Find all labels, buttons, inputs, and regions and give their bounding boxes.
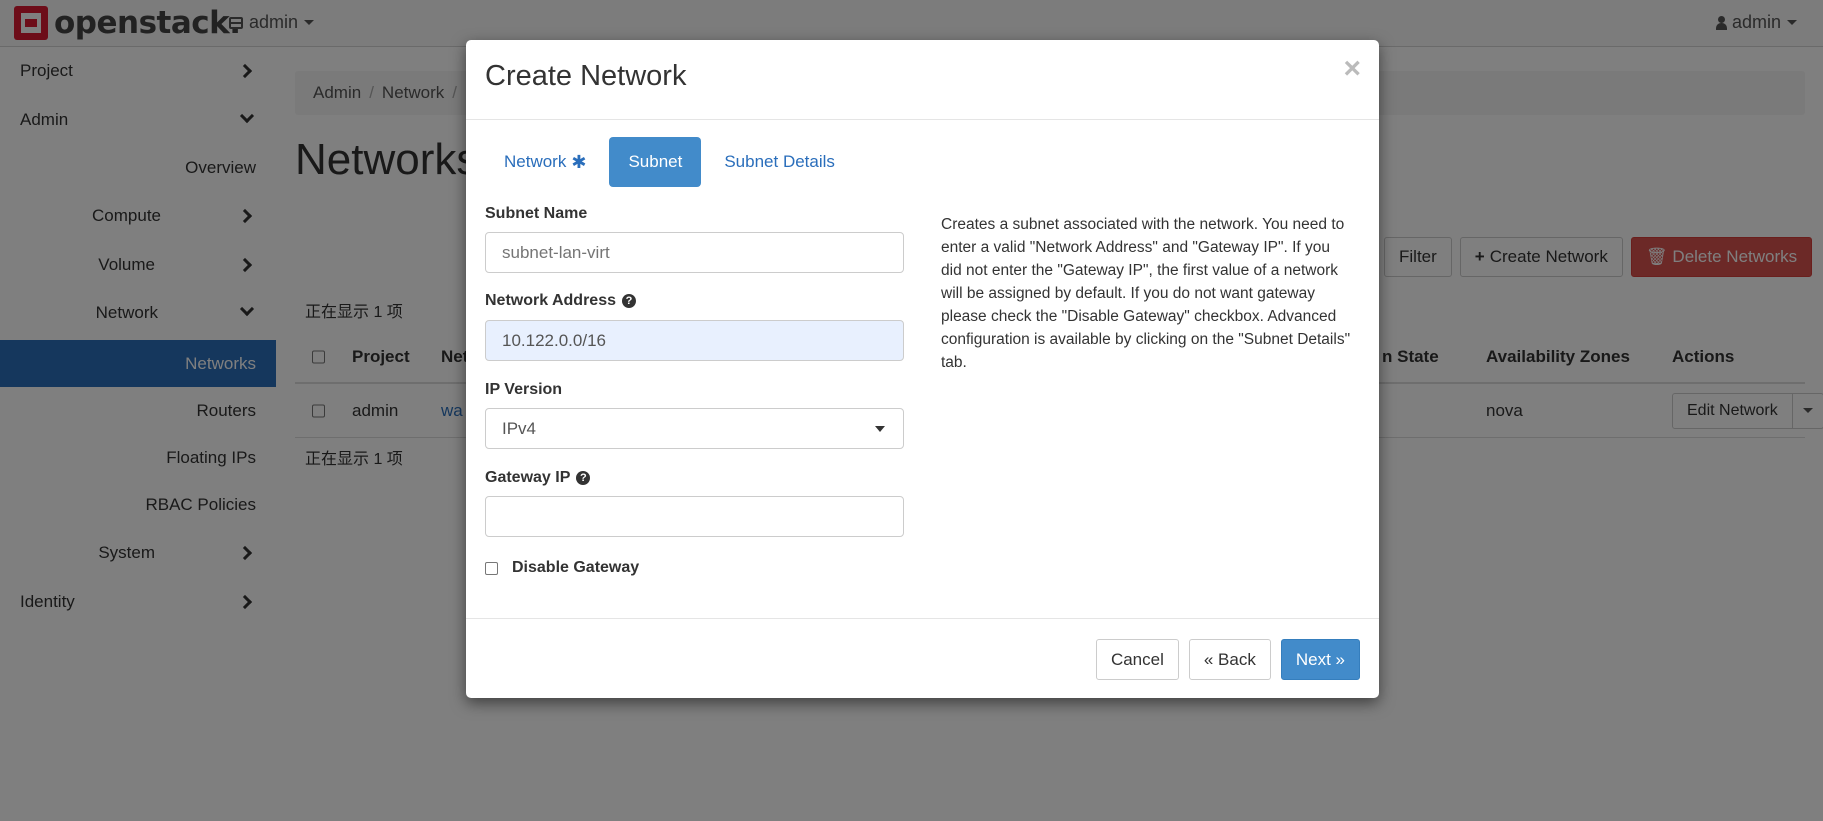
- help-icon[interactable]: ?: [622, 294, 636, 308]
- ip-version-value: IPv4: [502, 418, 537, 438]
- caret-down-icon: [875, 426, 885, 432]
- modal-footer: Cancel « Back Next »: [466, 618, 1379, 698]
- subnet-name-label: Subnet Name: [485, 205, 587, 223]
- disable-gateway-row: Disable Gateway: [485, 559, 639, 577]
- disable-gateway-label[interactable]: Disable Gateway: [512, 559, 639, 577]
- wizard-tabs: Network ✱ Subnet Subnet Details: [485, 137, 854, 187]
- modal-header: Create Network ×: [466, 40, 1379, 120]
- gateway-ip-label-text: Gateway IP: [485, 469, 571, 486]
- ip-version-label: IP Version: [485, 381, 562, 399]
- next-button[interactable]: Next »: [1280, 639, 1360, 680]
- close-icon[interactable]: ×: [1343, 54, 1361, 84]
- gateway-ip-label: Gateway IP ?: [485, 469, 591, 487]
- help-icon[interactable]: ?: [576, 471, 591, 485]
- tab-subnet[interactable]: Subnet: [609, 137, 702, 187]
- tab-network[interactable]: Network ✱: [485, 137, 605, 187]
- footer-buttons: Cancel « Back Next »: [1095, 639, 1360, 680]
- ip-version-select[interactable]: IPv4: [485, 408, 904, 449]
- cancel-button[interactable]: Cancel: [1095, 639, 1179, 680]
- back-button[interactable]: « Back: [1188, 639, 1271, 680]
- network-address-label-text: Network Address: [485, 292, 616, 309]
- create-network-modal: Create Network × Network ✱ Subnet Subnet…: [466, 40, 1379, 698]
- tab-network-label: Network: [504, 152, 567, 171]
- subnet-help-text: Creates a subnet associated with the net…: [941, 216, 1351, 371]
- required-icon: ✱: [571, 151, 587, 172]
- ip-version-label-text: IP Version: [485, 381, 563, 398]
- modal-title: Create Network: [485, 60, 687, 92]
- network-address-label: Network Address ?: [485, 292, 636, 310]
- network-address-input[interactable]: 10.122.0.0/16: [485, 320, 904, 361]
- gateway-ip-input[interactable]: [485, 496, 904, 537]
- tab-subnet-details[interactable]: Subnet Details: [705, 137, 854, 187]
- subnet-name-input[interactable]: [485, 232, 904, 273]
- disable-gateway-checkbox[interactable]: [485, 561, 498, 575]
- subnet-name-label-text: Subnet Name: [485, 205, 588, 222]
